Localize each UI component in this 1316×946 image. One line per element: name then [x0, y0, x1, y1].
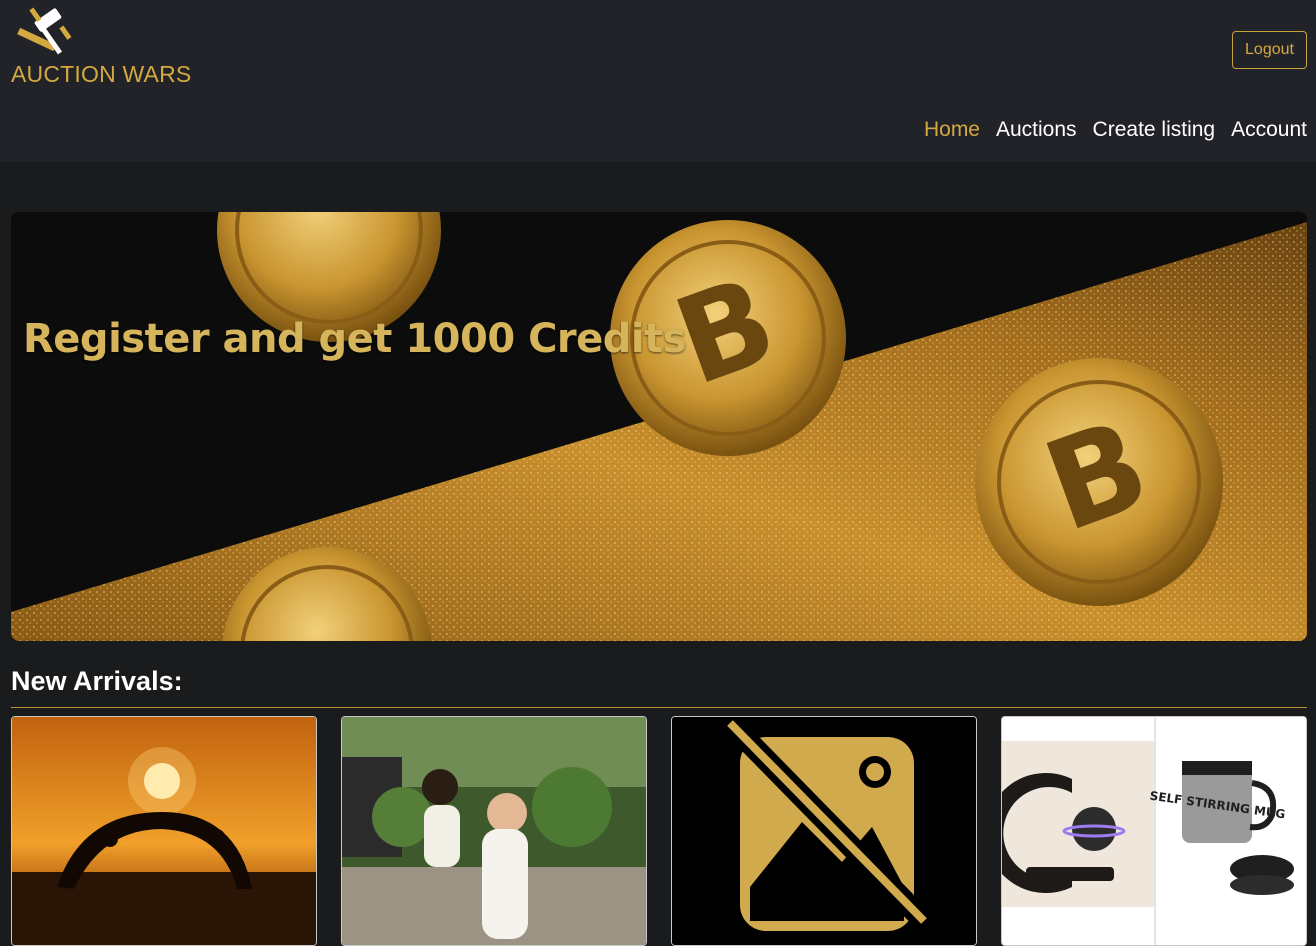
listing-card-1[interactable]: [11, 716, 317, 946]
main-nav: Home Auctions Create listing Account: [916, 116, 1307, 144]
listing-card-3[interactable]: [671, 716, 977, 946]
nav-auctions[interactable]: Auctions: [988, 116, 1085, 144]
nav-create-listing[interactable]: Create listing: [1085, 116, 1224, 144]
coin-right: B: [975, 358, 1223, 606]
mother-and-baby-garden-photo: [342, 717, 646, 945]
nav-home[interactable]: Home: [916, 116, 988, 144]
listing-card-4[interactable]: SELF STIRRING MUG: [1001, 716, 1307, 946]
brand-name: AUCTION WARS: [11, 61, 192, 87]
section-divider: [11, 707, 1307, 708]
hero-headline: Register and get 1000 Credits: [23, 316, 687, 362]
no-image-placeholder-icon: [672, 717, 976, 945]
brand[interactable]: AUCTION WARS: [11, 6, 191, 88]
top-bar: AUCTION WARS Logout Home Auctions Create…: [0, 0, 1316, 162]
gavel-icon: [17, 7, 72, 55]
hero-banner[interactable]: B B Register and get 1000 Credits: [11, 212, 1307, 641]
logout-button[interactable]: Logout: [1232, 31, 1307, 69]
new-arrivals-title: New Arrivals:: [11, 666, 183, 696]
levitating-globe-and-self-stirring-mug-photo: SELF STIRRING MUG: [1002, 717, 1306, 945]
sunset-yoga-photo: [12, 717, 316, 945]
listing-card-2[interactable]: [341, 716, 647, 946]
nav-account[interactable]: Account: [1223, 116, 1307, 144]
hero-background-image: B B: [11, 212, 1307, 641]
new-arrivals-list: SELF STIRRING MUG: [11, 716, 1307, 946]
